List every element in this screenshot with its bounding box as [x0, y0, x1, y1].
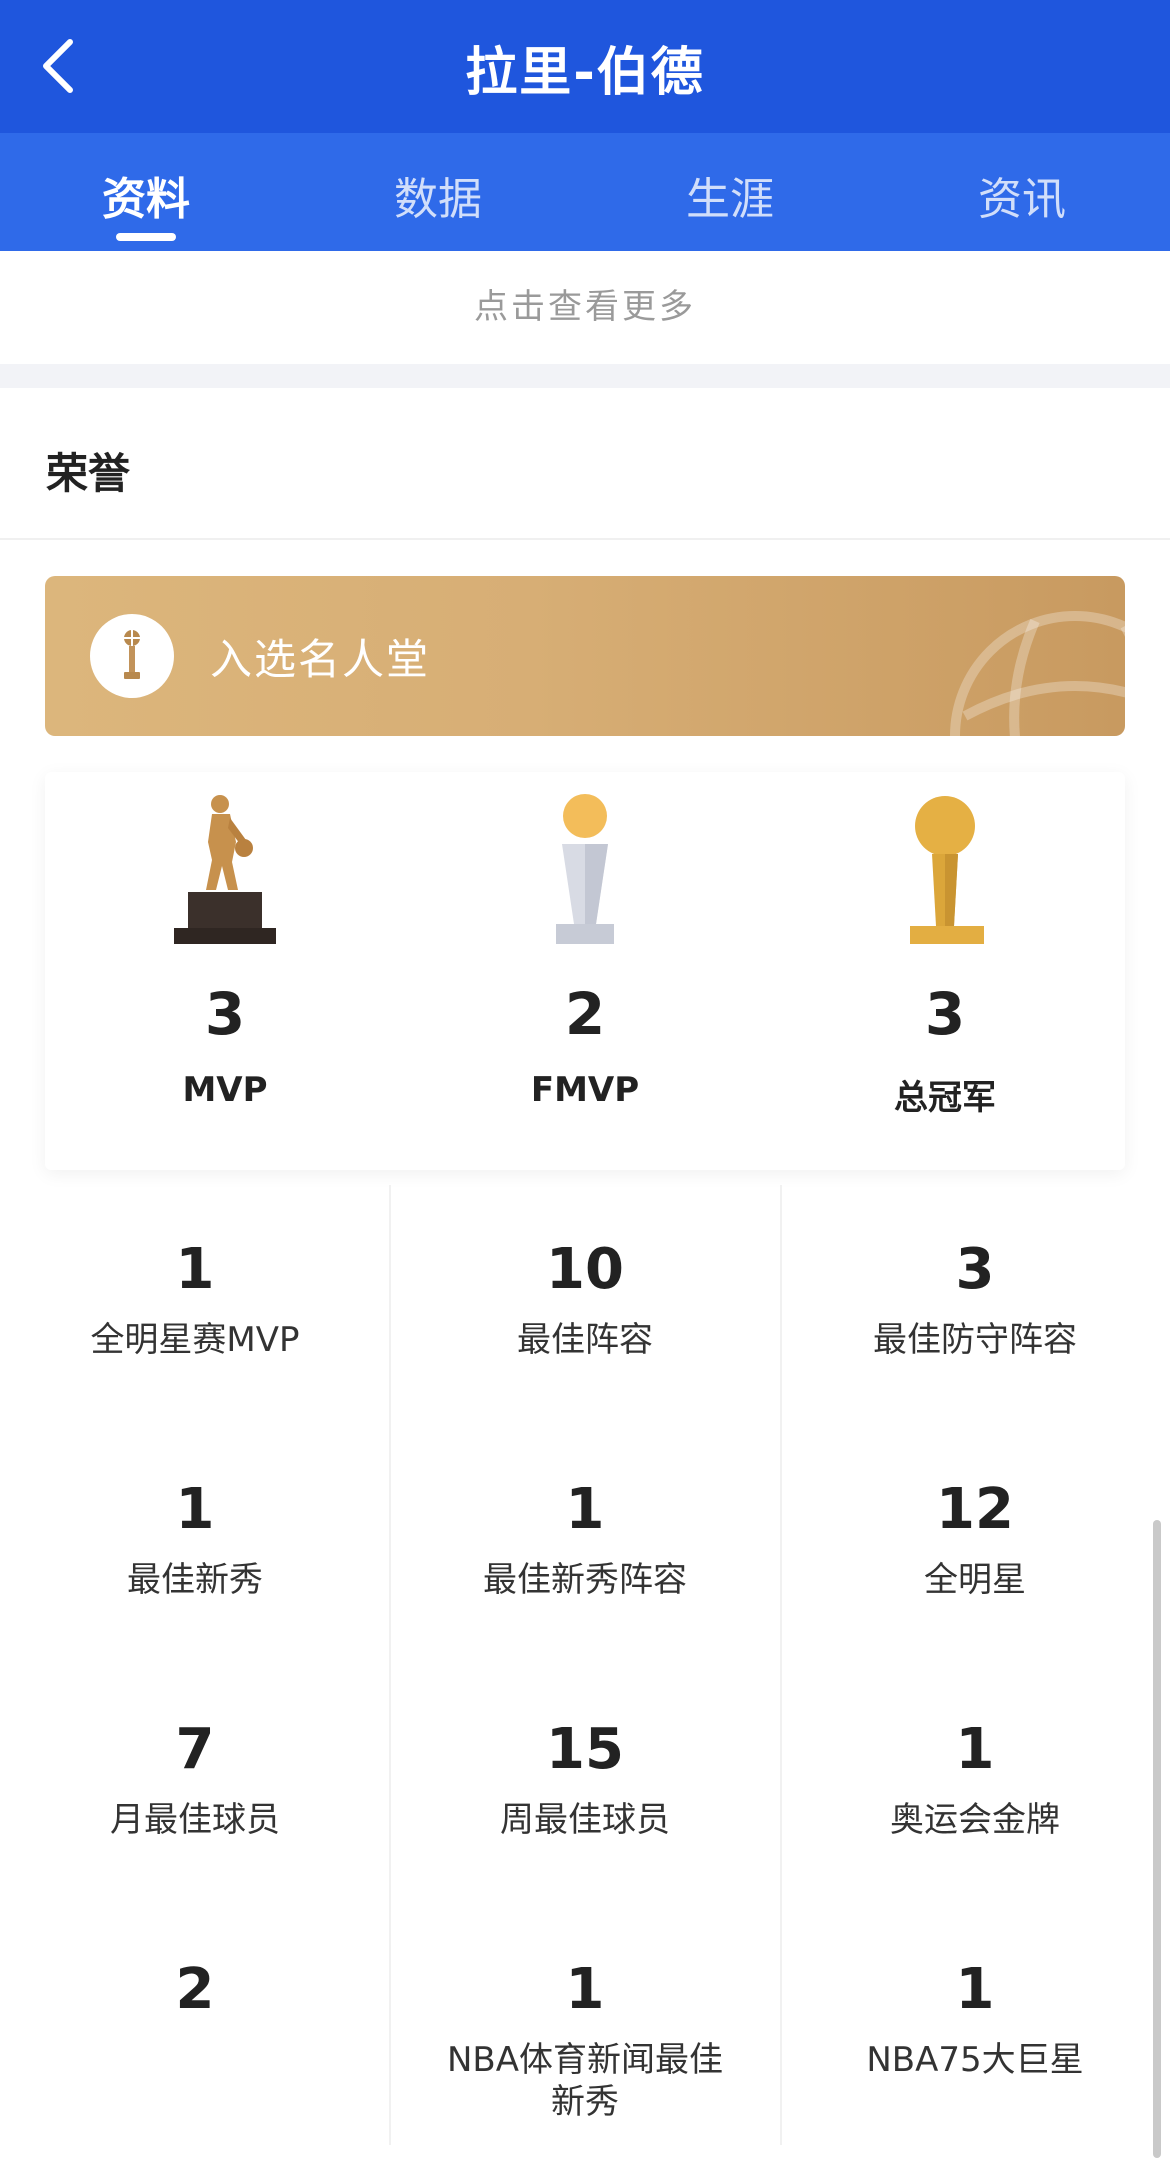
hall-of-fame-label: 入选名人堂: [210, 635, 431, 684]
honor-cell[interactable]: 2: [0, 1955, 390, 2039]
honor-label: 最佳阵容: [517, 1320, 653, 1360]
honor-cell[interactable]: 1 最佳新秀: [0, 1475, 390, 1601]
fmvp-count: 2: [564, 980, 606, 1048]
honor-cell[interactable]: 10 最佳阵容: [390, 1235, 780, 1361]
honor-label: NBA75大巨星: [866, 2040, 1084, 2080]
honor-cell[interactable]: 12 全明星: [780, 1475, 1170, 1601]
championship-trophy-icon: [910, 796, 984, 944]
honor-label: 月最佳球员: [110, 1800, 280, 1840]
fmvp-honor[interactable]: 2 FMVP: [405, 792, 765, 1110]
honor-label: 最佳新秀: [127, 1560, 263, 1600]
honor-count: 15: [546, 1717, 624, 1782]
mvp-count: 3: [204, 980, 246, 1048]
honor-label: 全明星赛MVP: [90, 1320, 300, 1360]
honor-label: 最佳防守阵容: [873, 1320, 1077, 1360]
tab-bar: 资料 数据 生涯 资讯: [0, 133, 1170, 251]
honor-label: 全明星: [924, 1560, 1026, 1600]
honor-count: 2: [175, 1957, 215, 2022]
honor-cell[interactable]: 3 最佳防守阵容: [780, 1235, 1170, 1361]
honor-label: 周最佳球员: [500, 1800, 670, 1840]
championship-label: 总冠军: [894, 1078, 996, 1118]
mvp-label: MVP: [182, 1070, 268, 1110]
championship-honor[interactable]: 3 总冠军: [765, 792, 1125, 1119]
tab-career[interactable]: 生涯: [584, 163, 876, 227]
honors-header: 荣誉: [0, 388, 1170, 540]
tab-stats[interactable]: 数据: [292, 163, 584, 227]
honors-grid: 1 全明星赛MVP 10 最佳阵容 3 最佳防守阵容 1 最佳新秀 1 最佳新秀…: [0, 1185, 1170, 2145]
honor-count: 1: [565, 1477, 605, 1542]
honor-label: 奥运会金牌: [890, 1800, 1060, 1840]
honor-count: 1: [175, 1477, 215, 1542]
mvp-honor[interactable]: 3 MVP: [45, 792, 405, 1110]
honor-cell[interactable]: 1 NBA75大巨星: [780, 1955, 1170, 2081]
honor-count: 1: [955, 1957, 995, 2022]
honor-cell[interactable]: 15 周最佳球员: [390, 1715, 780, 1841]
honor-count: 10: [546, 1237, 624, 1302]
honor-cell[interactable]: 1 最佳新秀阵容: [390, 1475, 780, 1601]
honor-cell[interactable]: 1 奥运会金牌: [780, 1715, 1170, 1841]
honor-label: NBA体育新闻最佳新秀: [446, 2040, 724, 2122]
fmvp-label: FMVP: [530, 1070, 640, 1110]
page-title: 拉里-伯德: [465, 43, 705, 103]
app-header: 拉里-伯德: [0, 0, 1170, 133]
honor-cell[interactable]: 1 全明星赛MVP: [0, 1235, 390, 1361]
honors-title: 荣誉: [46, 449, 131, 498]
basketball-watermark-icon: [950, 611, 1125, 736]
hall-of-fame-icon: [90, 614, 174, 698]
hall-of-fame-banner[interactable]: 入选名人堂: [45, 576, 1125, 736]
scrollbar[interactable]: [1153, 1520, 1161, 2158]
honor-cell[interactable]: 1 NBA体育新闻最佳新秀: [390, 1955, 780, 2123]
honor-count: 1: [175, 1237, 215, 1302]
honor-label: 最佳新秀阵容: [483, 1560, 687, 1600]
honor-count: 12: [936, 1477, 1014, 1542]
honor-count: 3: [955, 1237, 995, 1302]
tab-news[interactable]: 资讯: [876, 163, 1168, 227]
view-more-link[interactable]: 点击查看更多: [0, 251, 1170, 364]
mvp-trophy-icon: [174, 795, 276, 944]
active-tab-indicator: [116, 233, 176, 241]
honor-count: 1: [955, 1717, 995, 1782]
honor-cell[interactable]: 7 月最佳球员: [0, 1715, 390, 1841]
major-honors-card: 3 MVP 2 FMVP 3 总冠军: [45, 772, 1125, 1170]
fmvp-trophy-icon: [556, 794, 614, 944]
section-divider: [0, 364, 1170, 388]
honor-count: 1: [565, 1957, 605, 2022]
honor-count: 7: [175, 1717, 215, 1782]
tab-profile[interactable]: 资料: [0, 163, 292, 227]
championship-count: 3: [924, 980, 966, 1048]
